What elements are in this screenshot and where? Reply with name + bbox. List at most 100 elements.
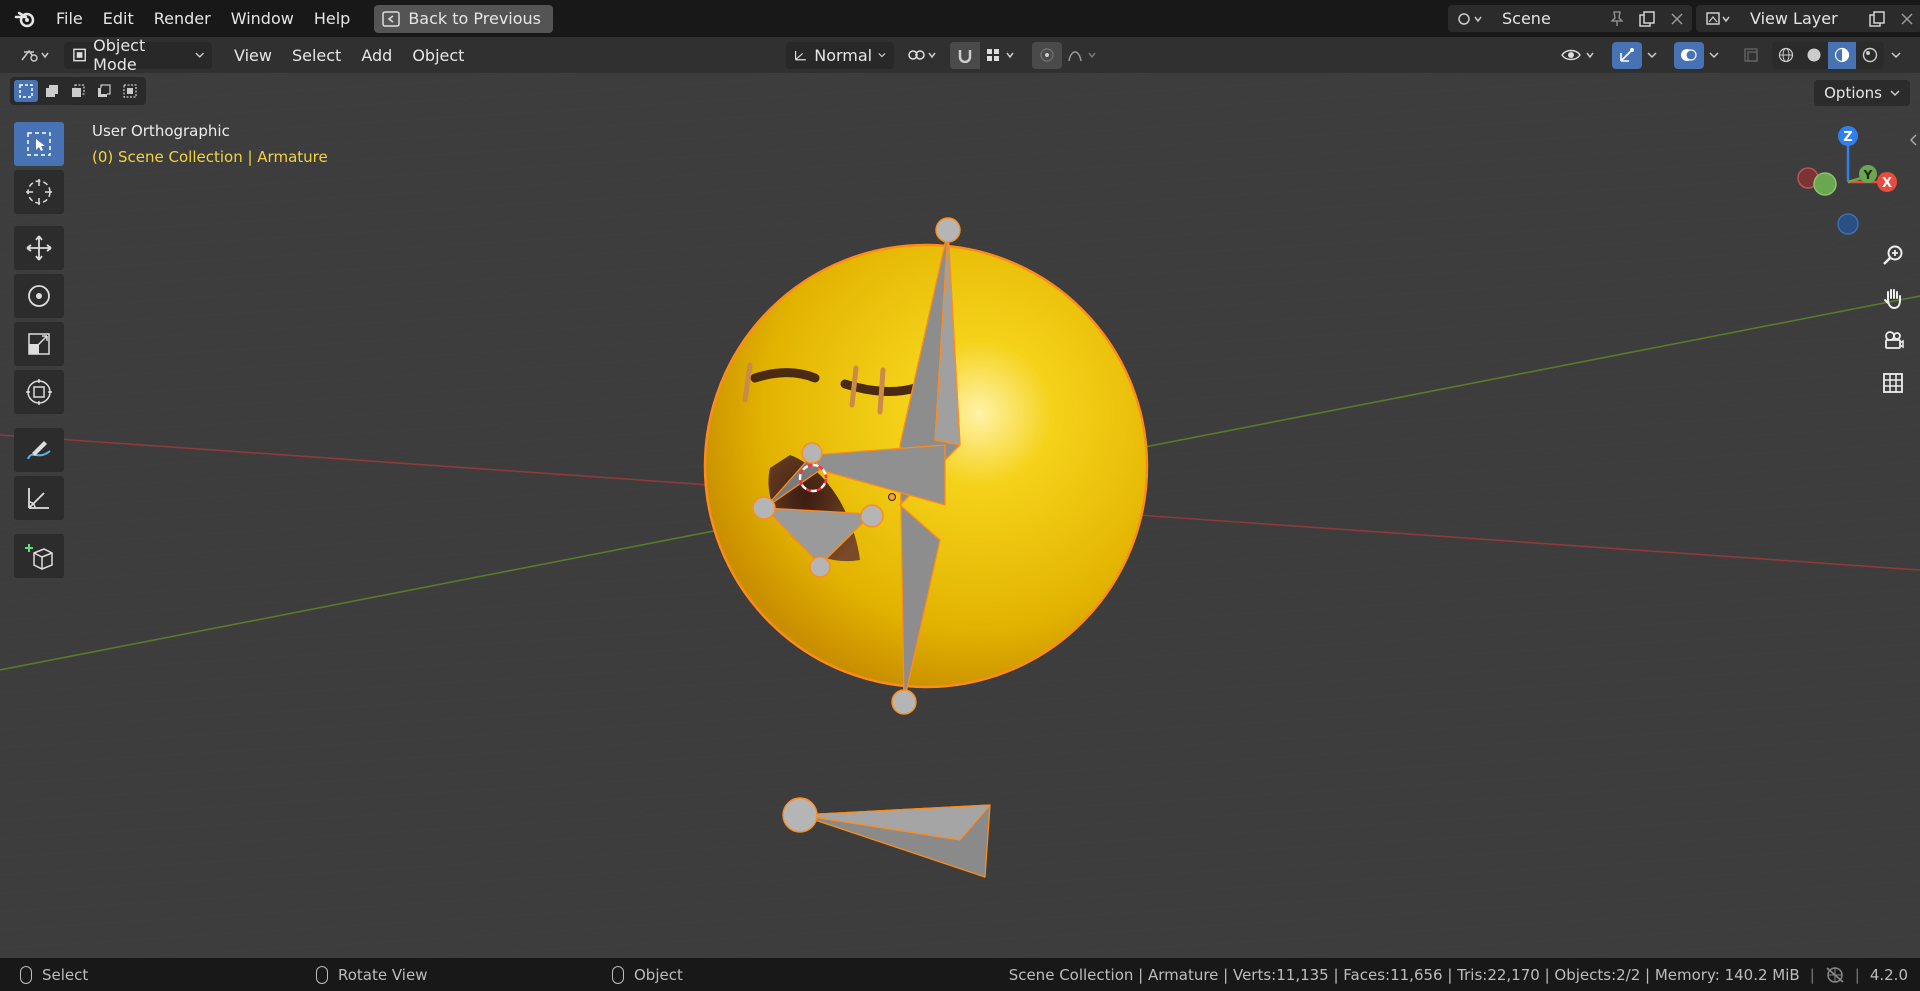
menu-help[interactable]: Help: [304, 5, 360, 33]
header-menu-view[interactable]: View: [224, 46, 282, 65]
xray-toggle-icon[interactable]: [1736, 42, 1766, 69]
new-scene-icon[interactable]: [1632, 5, 1662, 32]
hint-rotate: Rotate View: [316, 965, 428, 984]
delete-scene-icon[interactable]: [1662, 5, 1692, 32]
shading-dropdown-icon[interactable]: [1884, 42, 1908, 69]
pivot-point-icon[interactable]: [902, 42, 944, 69]
add-cube-tool[interactable]: [14, 534, 64, 578]
transform-tool[interactable]: [14, 370, 64, 414]
scene-stats: Scene Collection | Armature | Verts:11,1…: [1008, 965, 1908, 984]
annotate-icon: [27, 441, 51, 460]
delete-view-layer-icon[interactable]: [1892, 5, 1920, 32]
select-extend-icon[interactable]: [40, 80, 64, 102]
camera-view-icon[interactable]: [1878, 325, 1908, 355]
hint-object: Object: [612, 965, 683, 984]
menu-file[interactable]: File: [46, 5, 93, 33]
scene-selector: Scene: [1448, 5, 1692, 32]
header-menu-select[interactable]: Select: [282, 46, 351, 65]
scene-browse-icon[interactable]: [1448, 5, 1492, 32]
top-bar: File Edit Render Window Help Back to Pre…: [0, 0, 1920, 37]
solid-shading-icon[interactable]: [1800, 41, 1828, 69]
rendered-shading-icon[interactable]: [1856, 41, 1884, 69]
editor-type-icon[interactable]: [16, 42, 56, 69]
view-name: User Orthographic: [92, 122, 230, 140]
menu-edit[interactable]: Edit: [93, 5, 144, 33]
mode-dropdown[interactable]: Object Mode: [64, 36, 212, 74]
scene-stats-text: Scene Collection | Armature | Verts:11,1…: [1008, 965, 1800, 984]
menu-render[interactable]: Render: [144, 5, 221, 33]
add-cube-icon: [25, 544, 53, 570]
selection-mode-group: [10, 77, 146, 105]
3d-viewport[interactable]: [0, 73, 1920, 958]
select-difference-icon[interactable]: [92, 80, 116, 102]
navigation-gizmo[interactable]: Z Y X: [1790, 120, 1910, 240]
chevron-down-icon: [878, 53, 886, 58]
new-view-layer-icon[interactable]: [1862, 5, 1892, 32]
overlays-dropdown-icon[interactable]: [1702, 42, 1726, 69]
mouse-right-icon: [612, 965, 624, 984]
scene-name-field[interactable]: Scene: [1492, 5, 1602, 32]
chevron-down-icon: [1890, 90, 1900, 97]
select-new-icon[interactable]: [14, 80, 38, 102]
tool-shelf: [14, 122, 64, 218]
add-tools: [14, 534, 64, 582]
snap-target-icon[interactable]: [982, 42, 1024, 69]
header-menu-add[interactable]: Add: [351, 46, 402, 65]
viewport-scene: [0, 73, 1920, 958]
orientation-icon: [794, 51, 806, 61]
gizmo-z-label: Z: [1843, 130, 1852, 145]
back-to-previous-button[interactable]: Back to Previous: [374, 4, 554, 33]
transform-tools: [14, 226, 64, 418]
back-to-previous-label: Back to Previous: [408, 9, 542, 28]
pin-icon[interactable]: [1602, 5, 1632, 32]
rotate-tool[interactable]: [14, 274, 64, 318]
blender-logo-icon[interactable]: [12, 7, 38, 31]
hint-object-label: Object: [634, 965, 683, 984]
measure-tool[interactable]: [14, 476, 64, 520]
view-layer-selector: View Layer: [1696, 5, 1920, 32]
hint-select: Select: [20, 965, 89, 984]
move-tool[interactable]: [14, 226, 64, 270]
cursor-icon: [26, 179, 52, 205]
perspective-grid-icon[interactable]: [1878, 368, 1908, 398]
select-intersect-icon[interactable]: [118, 80, 142, 102]
blender-version: 4.2.0: [1869, 965, 1908, 984]
gizmo-dropdown-icon[interactable]: [1640, 42, 1664, 69]
pan-hand-icon[interactable]: [1878, 283, 1908, 313]
overlays-toggle-icon[interactable]: [1674, 41, 1704, 69]
status-bar: Select Rotate View Object Scene Collecti…: [0, 958, 1920, 991]
rotate-icon: [28, 285, 50, 307]
gizmo-y-label: Y: [1863, 168, 1873, 182]
annotate-tool[interactable]: [14, 428, 64, 472]
snap-toggle-icon[interactable]: [950, 41, 980, 69]
gizmo-toggle-icon[interactable]: [1612, 41, 1642, 69]
select-subtract-icon[interactable]: [66, 80, 90, 102]
zoom-icon[interactable]: [1878, 240, 1908, 270]
measure-icon: [28, 488, 49, 509]
scale-icon: [28, 333, 50, 355]
proportional-edit-icon[interactable]: [1032, 41, 1062, 69]
view-layer-name-field[interactable]: View Layer: [1740, 5, 1862, 32]
transform-icon: [26, 379, 52, 405]
material-preview-shading-icon[interactable]: [1828, 41, 1856, 69]
select-box-icon: [27, 132, 51, 156]
scale-tool[interactable]: [14, 322, 64, 366]
hint-rotate-label: Rotate View: [338, 965, 428, 984]
orientation-label: Normal: [814, 45, 873, 65]
object-origin: [888, 493, 896, 501]
viewport-info: User Orthographic (0) Scene Collection |…: [92, 122, 328, 166]
back-icon: [382, 10, 401, 27]
menu-window[interactable]: Window: [221, 5, 304, 33]
viewport-header: Object Mode View Select Add Object Norma…: [0, 36, 1920, 74]
view-layer-browse-icon[interactable]: [1696, 5, 1740, 32]
collection-info: (0) Scene Collection | Armature: [92, 148, 328, 166]
wireframe-shading-icon[interactable]: [1772, 41, 1800, 69]
visibility-icon[interactable]: [1558, 42, 1602, 69]
select-box-tool[interactable]: [14, 122, 64, 166]
header-menu-object[interactable]: Object: [402, 46, 474, 65]
falloff-icon[interactable]: [1064, 42, 1104, 69]
transform-orientation-dropdown[interactable]: Normal: [786, 41, 894, 69]
cursor-tool[interactable]: [14, 170, 64, 214]
hint-select-label: Select: [42, 965, 89, 984]
options-button[interactable]: Options: [1814, 80, 1910, 106]
